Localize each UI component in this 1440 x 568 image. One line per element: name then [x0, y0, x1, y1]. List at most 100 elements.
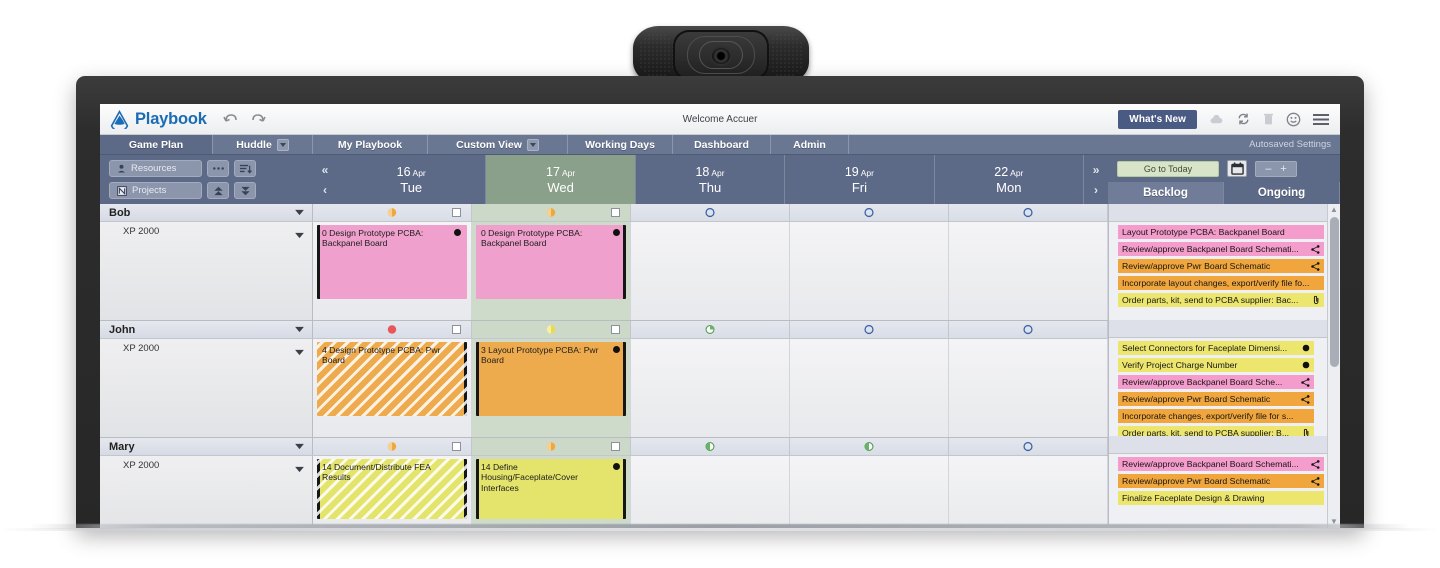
task-card-left-handle[interactable]	[476, 342, 479, 416]
sync-icon[interactable]	[1236, 112, 1251, 126]
undo-icon[interactable]	[223, 112, 239, 126]
schedule-day-cell[interactable]: 14 Document/Distribute FEA Results	[313, 456, 472, 528]
tab-game-plan[interactable]: Game Plan	[100, 135, 213, 154]
backlog-item[interactable]: Select Connectors for Faceplate Dimensi.…	[1118, 341, 1314, 355]
schedule-day-cell[interactable]: 14 Define Housing/Faceplate/Cover Interf…	[472, 456, 631, 528]
task-status-dot-icon[interactable]	[613, 463, 620, 470]
task-card-right-handle[interactable]	[623, 225, 626, 299]
chevron-down-icon[interactable]	[294, 324, 305, 336]
resources-button[interactable]: Resources	[109, 160, 202, 177]
smiley-icon[interactable]	[1286, 112, 1301, 127]
schedule-day-cell[interactable]: 0 Design Prototype PCBA: Backpanel Board	[472, 222, 631, 320]
day-column-header-3[interactable]: 19 Apr Fri	[785, 155, 935, 204]
schedule-day-cell[interactable]	[949, 456, 1108, 528]
chevron-down-icon[interactable]	[276, 138, 289, 151]
tab-huddle[interactable]: Huddle	[213, 135, 313, 154]
resource-day-summary-cell[interactable]	[949, 204, 1108, 221]
schedule-day-cell[interactable]	[949, 222, 1108, 320]
resource-day-summary-cell[interactable]	[313, 321, 472, 338]
backlog-item[interactable]: Verify Project Charge Number	[1118, 358, 1314, 372]
prev-day-button[interactable]: ‹	[323, 183, 327, 197]
schedule-day-cell[interactable]	[631, 456, 790, 528]
task-status-dot-icon[interactable]	[613, 229, 620, 236]
task-card-right-handle[interactable]	[464, 342, 467, 416]
task-card-right-handle[interactable]	[623, 342, 626, 416]
task-card-left-handle[interactable]	[317, 459, 320, 519]
task-card[interactable]: 3 Layout Prototype PCBA: Pwr Board	[476, 342, 626, 416]
whats-new-button[interactable]: What's New	[1118, 109, 1197, 129]
backlog-item[interactable]: Incorporate changes, export/verify file …	[1118, 409, 1314, 423]
resource-day-summary-cell[interactable]	[790, 438, 949, 455]
resource-name-cell[interactable]: Bob	[100, 204, 313, 221]
tab-my-playbook[interactable]: My Playbook	[313, 135, 428, 154]
zoom-in-button[interactable]: +	[1280, 163, 1286, 175]
resource-day-summary-cell[interactable]	[631, 204, 790, 221]
day-column-header-0[interactable]: 16 Apr Tue	[337, 155, 487, 204]
tab-admin[interactable]: Admin	[771, 135, 849, 154]
chevron-down-icon[interactable]	[526, 138, 539, 151]
chevron-down-icon[interactable]	[294, 460, 305, 478]
schedule-day-cell[interactable]	[631, 339, 790, 437]
task-card-left-handle[interactable]	[476, 459, 479, 519]
project-name-cell[interactable]: XP 2000	[100, 222, 313, 320]
schedule-day-cell[interactable]	[949, 339, 1108, 437]
backlog-item[interactable]: Review/approve Pwr Board Schematic	[1118, 392, 1314, 406]
expand-all-button[interactable]	[234, 182, 256, 199]
task-card-right-handle[interactable]	[464, 459, 467, 519]
schedule-day-cell[interactable]	[790, 339, 949, 437]
resource-day-summary-cell[interactable]	[949, 438, 1108, 455]
next-week-button[interactable]: »	[1093, 163, 1100, 177]
resource-day-summary-cell[interactable]	[313, 204, 472, 221]
resource-day-summary-cell[interactable]	[313, 438, 472, 455]
backlog-item[interactable]: Layout Prototype PCBA: Backpanel Board	[1118, 225, 1324, 239]
resource-day-summary-cell[interactable]	[790, 321, 949, 338]
scrollbar-thumb[interactable]	[1329, 217, 1339, 367]
tab-working-days[interactable]: Working Days	[568, 135, 673, 154]
resource-name-cell[interactable]: John	[100, 321, 313, 338]
backlog-item[interactable]: Incorporate layout changes, export/verif…	[1118, 276, 1324, 290]
task-card[interactable]: 4 Design Prototype PCBA: Pwr Board	[317, 342, 467, 416]
schedule-day-cell[interactable]: 4 Design Prototype PCBA: Pwr Board	[313, 339, 472, 437]
day-column-header-2[interactable]: 18 Apr Thu	[636, 155, 786, 204]
task-status-dot-icon[interactable]	[613, 346, 620, 353]
resource-day-summary-cell[interactable]	[631, 321, 790, 338]
projects-button[interactable]: Projects	[109, 182, 202, 199]
tab-ongoing[interactable]: Ongoing	[1224, 182, 1340, 204]
chevron-down-icon[interactable]	[294, 441, 305, 453]
resource-day-summary-cell[interactable]	[472, 321, 631, 338]
backlog-item[interactable]: Finalize Faceplate Design & Drawing	[1118, 491, 1324, 505]
day-checkbox[interactable]	[452, 208, 461, 217]
scrollbar-track[interactable]	[1329, 217, 1339, 515]
tab-custom-view[interactable]: Custom View	[428, 135, 568, 154]
main-vertical-scrollbar[interactable]: ▲ ▼	[1327, 204, 1340, 528]
project-name-cell[interactable]: XP 2000	[100, 339, 313, 437]
go-to-today-button[interactable]: Go to Today	[1117, 160, 1219, 177]
day-column-header-1[interactable]: 17 Apr Wed	[486, 155, 636, 204]
task-card[interactable]: 0 Design Prototype PCBA: Backpanel Board	[476, 225, 626, 299]
next-day-button[interactable]: ›	[1094, 183, 1098, 197]
task-card-right-handle[interactable]	[623, 459, 626, 519]
chevron-down-icon[interactable]	[294, 207, 305, 219]
tab-dashboard[interactable]: Dashboard	[673, 135, 771, 154]
task-status-dot-icon[interactable]	[454, 229, 461, 236]
task-card[interactable]: 14 Document/Distribute FEA Results	[317, 459, 467, 519]
task-card-left-handle[interactable]	[317, 225, 320, 299]
resource-name-cell[interactable]: Mary	[100, 438, 313, 455]
day-checkbox[interactable]	[452, 325, 461, 334]
backlog-item[interactable]: Review/approve Backpanel Board Sche...	[1118, 375, 1314, 389]
schedule-day-cell[interactable]: 3 Layout Prototype PCBA: Pwr Board	[472, 339, 631, 437]
schedule-day-cell[interactable]	[631, 222, 790, 320]
project-name-cell[interactable]: XP 2000	[100, 456, 313, 528]
chevron-down-icon[interactable]	[294, 226, 305, 244]
tab-backlog[interactable]: Backlog	[1108, 182, 1224, 204]
resource-day-summary-cell[interactable]	[631, 438, 790, 455]
sort-descending-button[interactable]	[234, 160, 256, 177]
day-checkbox[interactable]	[452, 442, 461, 451]
backlog-item[interactable]: Order parts, kit, send to PCBA supplier:…	[1118, 426, 1314, 436]
cloud-icon[interactable]	[1209, 113, 1224, 126]
calendar-button[interactable]	[1227, 160, 1247, 177]
backlog-item[interactable]: Review/approve Pwr Board Schematic	[1118, 474, 1324, 488]
backlog-item[interactable]: Order parts, kit, send to PCBA supplier:…	[1118, 293, 1324, 307]
redo-icon[interactable]	[250, 112, 266, 126]
day-column-header-4[interactable]: 22 Apr Mon	[935, 155, 1085, 204]
